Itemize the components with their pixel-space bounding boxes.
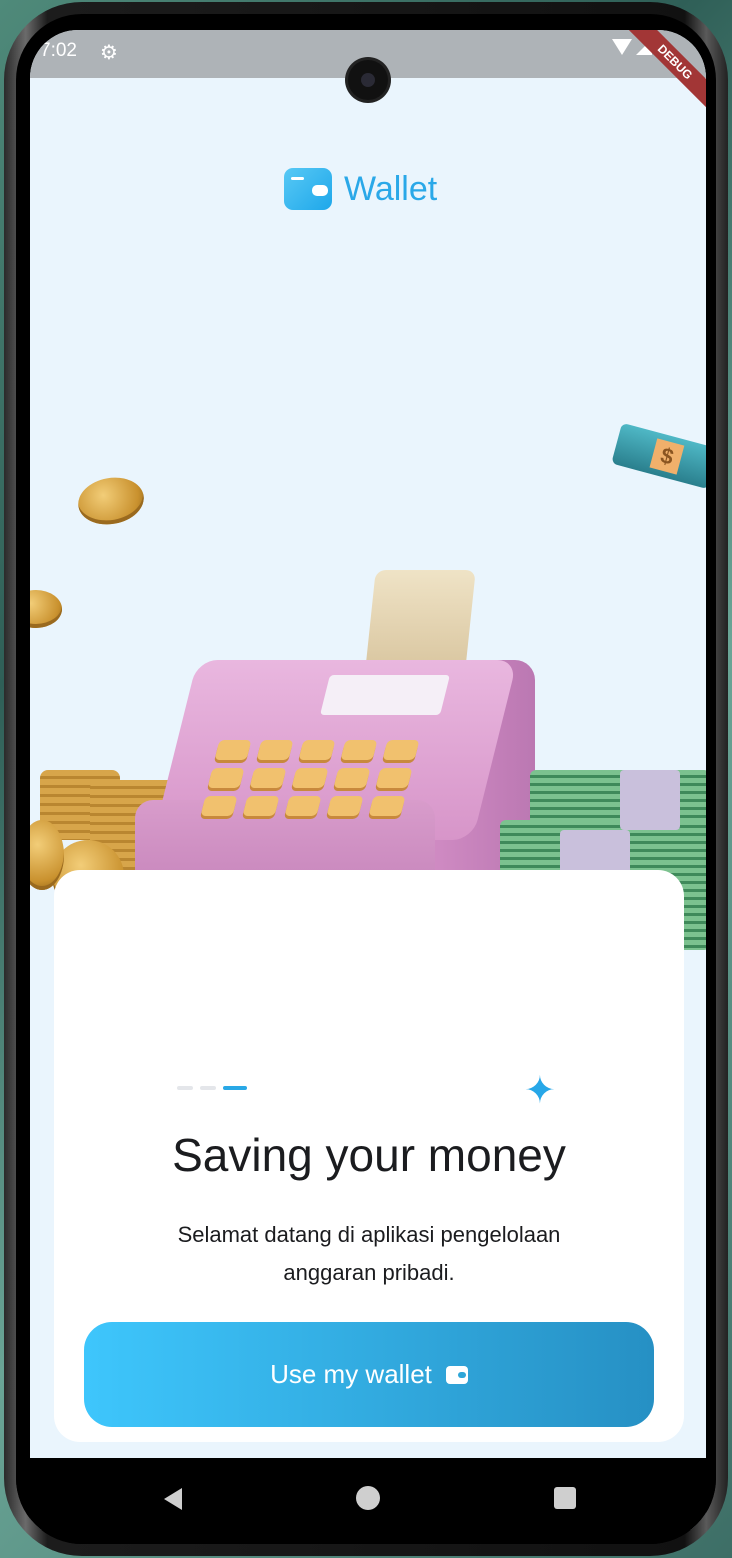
phone-bezel: 7:02 ⚙ DEBUG Wallet $ ✦ Saving your mone… xyxy=(16,14,716,1544)
recents-icon[interactable] xyxy=(554,1487,576,1509)
back-icon[interactable] xyxy=(164,1488,182,1510)
wallet-icon xyxy=(445,1365,468,1384)
app-screen: 7:02 ⚙ DEBUG Wallet $ ✦ Saving your mone… xyxy=(30,30,706,1530)
pos-keypad xyxy=(200,740,420,816)
front-camera xyxy=(348,60,388,100)
phone-frame: 7:02 ⚙ DEBUG Wallet $ ✦ Saving your mone… xyxy=(4,2,728,1556)
floating-coin xyxy=(30,590,62,628)
page-dot xyxy=(200,1086,216,1090)
page-dot xyxy=(177,1086,193,1090)
system-nav-bar xyxy=(16,1458,716,1544)
wallet-logo-icon xyxy=(284,168,332,210)
home-icon[interactable] xyxy=(356,1486,380,1510)
logo-text: Wallet xyxy=(344,169,438,208)
onboarding-card: ✦ Saving your money Selamat datang di ap… xyxy=(54,870,684,1442)
app-logo: Wallet xyxy=(284,168,437,210)
settings-gear-icon: ⚙ xyxy=(100,42,118,64)
page-dot-active xyxy=(223,1086,247,1090)
use-wallet-button[interactable]: Use my wallet xyxy=(84,1322,654,1427)
use-wallet-label: Use my wallet xyxy=(270,1359,432,1389)
page-indicator xyxy=(177,1086,247,1090)
flying-banknote xyxy=(611,422,706,490)
sparkle-icon: ✦ xyxy=(524,1070,556,1112)
onboarding-title: Saving your money xyxy=(172,1129,566,1181)
status-time: 7:02 xyxy=(40,40,77,61)
floating-coin xyxy=(74,472,148,530)
pos-screen xyxy=(320,675,450,715)
onboarding-subtitle: Selamat datang di aplikasi pengelolaan a… xyxy=(177,1222,561,1285)
wifi-icon xyxy=(612,38,632,55)
money-band xyxy=(620,770,680,830)
